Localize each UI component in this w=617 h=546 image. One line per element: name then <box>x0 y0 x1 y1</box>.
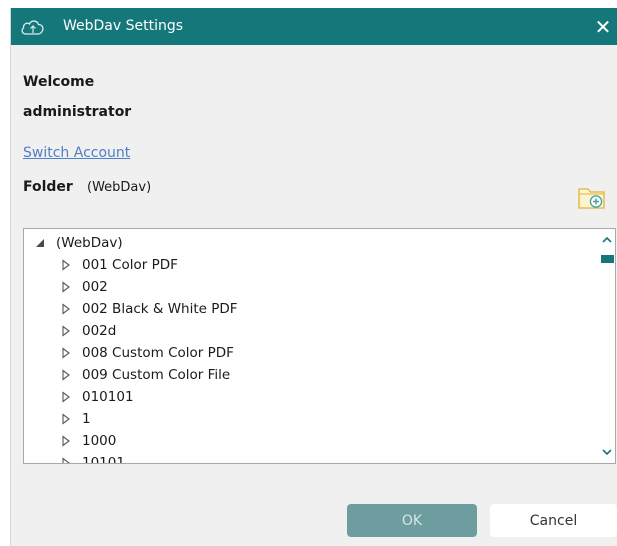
cancel-button[interactable]: Cancel <box>490 504 617 537</box>
chevron-up-icon <box>601 236 612 243</box>
username-label: administrator <box>23 104 132 120</box>
expanded-triangle-icon <box>36 239 44 247</box>
tree-node[interactable]: 002d <box>60 320 116 342</box>
new-folder-button[interactable] <box>577 183 609 211</box>
tree-node[interactable]: 1 <box>60 408 91 430</box>
tree-node[interactable]: 002 Black & White PDF <box>60 298 238 320</box>
close-icon: ✕ <box>594 14 612 39</box>
collapsed-triangle-icon <box>62 325 70 337</box>
tree-node[interactable]: 010101 <box>60 386 134 408</box>
tree-node-label: 1000 <box>82 433 117 449</box>
tree-node[interactable]: 10101 <box>60 452 125 464</box>
tree-node-root[interactable]: (WebDav) <box>34 232 123 254</box>
tree-node-label: 009 Custom Color File <box>82 367 231 383</box>
folder-tree[interactable]: (WebDav) 001 Color PDF 002 002 Black & W… <box>23 228 616 464</box>
tree-node-label: 002 Black & White PDF <box>82 301 238 317</box>
chevron-down-icon <box>601 449 612 456</box>
tree-node-label: 002d <box>82 323 117 339</box>
cloud-icon <box>21 20 44 35</box>
dialog-title: WebDav Settings <box>63 18 184 34</box>
collapsed-triangle-icon <box>62 369 70 381</box>
collapsed-triangle-icon <box>62 435 70 447</box>
tree-node-label: (WebDav) <box>56 235 123 251</box>
new-folder-icon <box>578 188 605 209</box>
welcome-label: Welcome <box>23 74 95 90</box>
tree-node[interactable]: 002 <box>60 276 108 298</box>
scroll-thumb[interactable] <box>601 255 614 263</box>
scroll-up-button[interactable] <box>598 231 615 249</box>
tree-node-label: 010101 <box>82 389 134 405</box>
tree-node-label: 1 <box>82 411 91 427</box>
tree-scrollbar[interactable] <box>598 229 615 463</box>
tree-node[interactable]: 008 Custom Color PDF <box>60 342 234 364</box>
folder-value: (WebDav) <box>87 180 152 195</box>
title-bar: WebDav Settings ✕ <box>11 8 617 45</box>
webdav-settings-dialog: WebDav Settings ✕ Welcome administrator … <box>10 8 617 546</box>
close-button[interactable]: ✕ <box>588 8 617 45</box>
tree-node-label: 008 Custom Color PDF <box>82 345 234 361</box>
collapsed-triangle-icon <box>62 259 70 271</box>
scroll-down-button[interactable] <box>598 443 615 461</box>
tree-node[interactable]: 001 Color PDF <box>60 254 178 276</box>
collapsed-triangle-icon <box>62 457 70 463</box>
collapsed-triangle-icon <box>62 347 70 359</box>
tree-node-label: 002 <box>82 279 108 295</box>
tree-node-label: 001 Color PDF <box>82 257 178 273</box>
collapsed-triangle-icon <box>62 413 70 425</box>
tree-node-label: 10101 <box>82 455 125 464</box>
collapsed-triangle-icon <box>62 281 70 293</box>
collapsed-triangle-icon <box>62 391 70 403</box>
tree-node[interactable]: 1000 <box>60 430 116 452</box>
collapsed-triangle-icon <box>62 303 70 315</box>
ok-button[interactable]: OK <box>347 504 477 537</box>
switch-account-link[interactable]: Switch Account <box>23 145 130 161</box>
folder-label: Folder <box>23 179 73 195</box>
tree-node[interactable]: 009 Custom Color File <box>60 364 230 386</box>
